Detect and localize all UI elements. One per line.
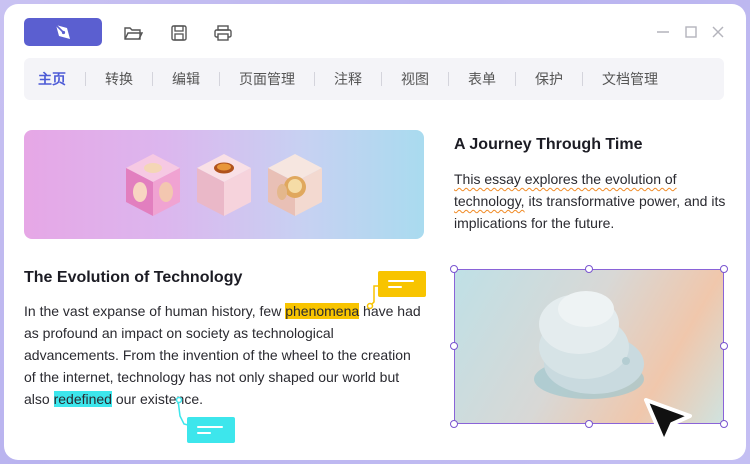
app-logo-button[interactable] <box>24 18 102 46</box>
article-title: The Evolution of Technology <box>24 269 243 286</box>
tab-forms[interactable]: 表单 <box>468 69 515 89</box>
cube-graphic <box>197 154 251 216</box>
resize-handle[interactable] <box>720 342 728 350</box>
resize-handle[interactable] <box>585 420 593 428</box>
menu-divider <box>515 72 516 86</box>
menu-divider <box>448 72 449 86</box>
banner-image <box>24 130 424 239</box>
menu-divider <box>152 72 153 86</box>
maximize-icon[interactable] <box>683 24 699 40</box>
close-icon[interactable] <box>710 24 726 40</box>
highlighted-word[interactable]: phenomena <box>285 303 360 319</box>
save-icon[interactable] <box>168 22 190 44</box>
print-icon[interactable] <box>212 22 234 44</box>
menu-divider <box>314 72 315 86</box>
app-window: 主页 转换 编辑 页面管理 注释 视图 表单 保护 文档管理 The Evolu… <box>4 4 746 460</box>
section-title: A Journey Through Time <box>454 136 643 153</box>
section-paragraph: This essay explores the evolution of tec… <box>454 171 726 231</box>
tab-edit[interactable]: 编辑 <box>172 69 219 89</box>
menu-divider <box>219 72 220 86</box>
resize-handle[interactable] <box>450 342 458 350</box>
resize-handle[interactable] <box>720 420 728 428</box>
tab-page-management[interactable]: 页面管理 <box>239 69 314 89</box>
resize-handle[interactable] <box>585 265 593 273</box>
comment-note-icon[interactable] <box>187 417 235 443</box>
resize-handle[interactable] <box>450 265 458 273</box>
folder-open-icon[interactable] <box>122 22 144 44</box>
ribbon-menu: 主页 转换 编辑 页面管理 注释 视图 表单 保护 文档管理 <box>24 58 724 100</box>
highlighted-word[interactable]: redefined <box>53 391 112 407</box>
menu-divider <box>381 72 382 86</box>
tab-protect[interactable]: 保护 <box>535 69 582 89</box>
spellcheck-underline[interactable]: technology, <box>454 193 525 209</box>
menu-divider <box>582 72 583 86</box>
resize-handle[interactable] <box>450 420 458 428</box>
tab-annotate[interactable]: 注释 <box>334 69 381 89</box>
minimize-icon[interactable] <box>655 24 671 40</box>
tab-view[interactable]: 视图 <box>401 69 448 89</box>
tab-home[interactable]: 主页 <box>38 69 85 89</box>
article-paragraph: In the vast expanse of human history, fe… <box>24 303 421 407</box>
tab-convert[interactable]: 转换 <box>105 69 152 89</box>
spellcheck-underline[interactable]: This essay explores the evolution of <box>454 171 677 187</box>
tab-document-management[interactable]: 文档管理 <box>602 69 677 89</box>
cube-graphic <box>268 154 322 216</box>
menu-divider <box>85 72 86 86</box>
resize-handle[interactable] <box>720 265 728 273</box>
comment-note-icon[interactable] <box>378 271 426 297</box>
pen-logo-icon <box>55 24 70 39</box>
cursor-arrow-icon <box>644 398 692 444</box>
cube-graphic <box>126 154 180 216</box>
